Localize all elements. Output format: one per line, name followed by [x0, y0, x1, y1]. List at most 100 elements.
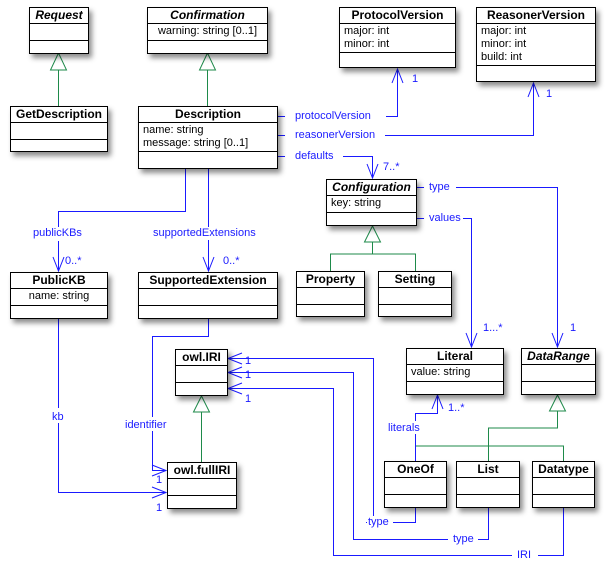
class-reasoner-version[interactable]: ReasonerVersion major: int minor: int bu… — [476, 7, 596, 82]
class-literal[interactable]: Literal value: string — [406, 348, 504, 395]
class-attributes: value: string — [407, 365, 503, 382]
class-attributes — [457, 478, 519, 495]
class-name: Request — [30, 8, 88, 24]
class-attributes: key: string — [327, 196, 416, 213]
multiplicity-public-kbs: 0..* — [65, 255, 82, 267]
generalization-arrowhead — [548, 393, 567, 412]
class-one-of[interactable]: OneOf — [384, 461, 447, 508]
assoc-list-type — [228, 372, 489, 540]
class-attributes — [11, 123, 107, 140]
generalization-arrowhead — [49, 51, 68, 71]
attribute: minor: int — [481, 38, 527, 50]
attribute: message: string [0..1] — [143, 137, 249, 149]
class-attributes — [168, 479, 236, 496]
class-supported-extension[interactable]: SupportedExtension — [138, 272, 278, 319]
class-operations — [407, 382, 503, 396]
role-reasoner-version: reasonerVersion — [294, 129, 377, 141]
attribute: major: int — [344, 25, 390, 37]
role-public-kbs: publicKBs — [32, 227, 83, 239]
class-operations — [176, 383, 227, 397]
attribute: major: int — [481, 25, 527, 37]
class-configuration[interactable]: Configuration key: string — [326, 179, 417, 226]
attribute: minor: int — [344, 38, 390, 50]
class-name: PublicKB — [11, 273, 107, 289]
class-property[interactable]: Property — [296, 271, 365, 317]
class-operations — [297, 305, 364, 319]
class-public-kb[interactable]: PublicKB name: string — [10, 272, 108, 319]
class-attributes — [297, 288, 364, 305]
class-operations — [379, 305, 451, 319]
class-attributes: major: int minor: int build: int — [477, 24, 595, 66]
class-name: Property — [297, 272, 364, 288]
role-config-type: type — [428, 181, 451, 193]
class-operations — [385, 495, 446, 509]
class-operations — [327, 213, 416, 227]
multiplicity-list-type: 1 — [245, 369, 252, 381]
class-operations — [168, 496, 236, 510]
multiplicity-protocol-version: 1 — [412, 73, 419, 85]
class-operations — [30, 41, 88, 55]
class-name: Setting — [379, 272, 451, 288]
class-name: Configuration — [327, 180, 416, 196]
class-attributes: warning: string [0..1] — [148, 24, 267, 41]
attribute: name: string — [143, 124, 204, 136]
attribute: value: string — [411, 366, 471, 378]
role-supported-extensions: supportedExtensions — [152, 227, 257, 239]
multiplicity-identifier: 1 — [156, 474, 163, 486]
generalization-property-setting-configuration — [330, 242, 416, 271]
class-datatype[interactable]: Datatype — [532, 461, 595, 508]
generalization-datarange-subclasses — [415, 411, 564, 461]
class-attributes — [176, 366, 227, 383]
role-oneof-type: type — [367, 516, 390, 528]
class-owl-iri[interactable]: owl.IRI — [175, 349, 228, 396]
role-config-values: values — [428, 212, 462, 224]
role-protocol-version: protocolVersion — [294, 110, 372, 122]
class-get-description[interactable]: GetDescription — [10, 106, 108, 152]
class-name: ReasonerVersion — [477, 8, 595, 24]
multiplicity-datatype-iri: 1 — [245, 393, 252, 405]
multiplicity-config-type: 1 — [570, 322, 577, 334]
class-name: GetDescription — [11, 107, 107, 123]
role-defaults: defaults — [294, 150, 335, 162]
generalization-arrowhead — [192, 394, 211, 413]
class-confirmation[interactable]: Confirmation warning: string [0..1] — [147, 7, 268, 54]
class-request[interactable]: Request — [29, 7, 89, 54]
role-datatype-iri: IRI — [516, 549, 533, 561]
class-name: Confirmation — [148, 8, 267, 24]
multiplicity-supported-extensions: 0..* — [223, 255, 240, 267]
attribute: key: string — [331, 197, 382, 209]
class-setting[interactable]: Setting — [378, 271, 452, 317]
assoc-kb — [58, 318, 166, 493]
attribute: name: string — [28, 290, 90, 302]
multiplicity-reasoner-version: 1 — [546, 88, 553, 100]
class-name: List — [457, 462, 519, 478]
class-data-range[interactable]: DataRange — [521, 348, 596, 395]
attribute: build: int — [481, 51, 522, 63]
class-name: owl.fullIRI — [168, 463, 236, 479]
role-literals: literals — [387, 422, 421, 434]
class-name: Description — [139, 107, 277, 123]
class-operations — [457, 495, 519, 509]
class-attributes: name: string message: string [0..1] — [139, 123, 277, 152]
class-name: OneOf — [385, 462, 446, 478]
multiplicity-literals: 1..* — [448, 402, 465, 414]
class-operations — [11, 140, 107, 154]
class-attributes — [30, 24, 88, 41]
class-owl-full-iri[interactable]: owl.fullIRI — [167, 462, 237, 509]
class-operations — [148, 41, 267, 55]
multiplicity-oneof-type: 1 — [245, 355, 252, 367]
class-operations — [340, 53, 455, 67]
class-attributes: major: int minor: int — [340, 24, 455, 53]
role-list-type: type — [452, 533, 475, 545]
role-identifier: identifier — [124, 419, 168, 431]
multiplicity-config-values: 1...* — [483, 322, 503, 334]
class-list[interactable]: List — [456, 461, 520, 508]
class-name: DataRange — [522, 349, 595, 365]
class-operations — [139, 306, 277, 320]
class-attributes — [533, 478, 594, 495]
class-attributes — [379, 288, 451, 305]
class-name: owl.IRI — [176, 350, 227, 366]
class-description[interactable]: Description name: string message: string… — [138, 106, 278, 169]
multiplicity-defaults: 7..* — [383, 161, 400, 173]
class-protocol-version[interactable]: ProtocolVersion major: int minor: int — [339, 7, 456, 68]
